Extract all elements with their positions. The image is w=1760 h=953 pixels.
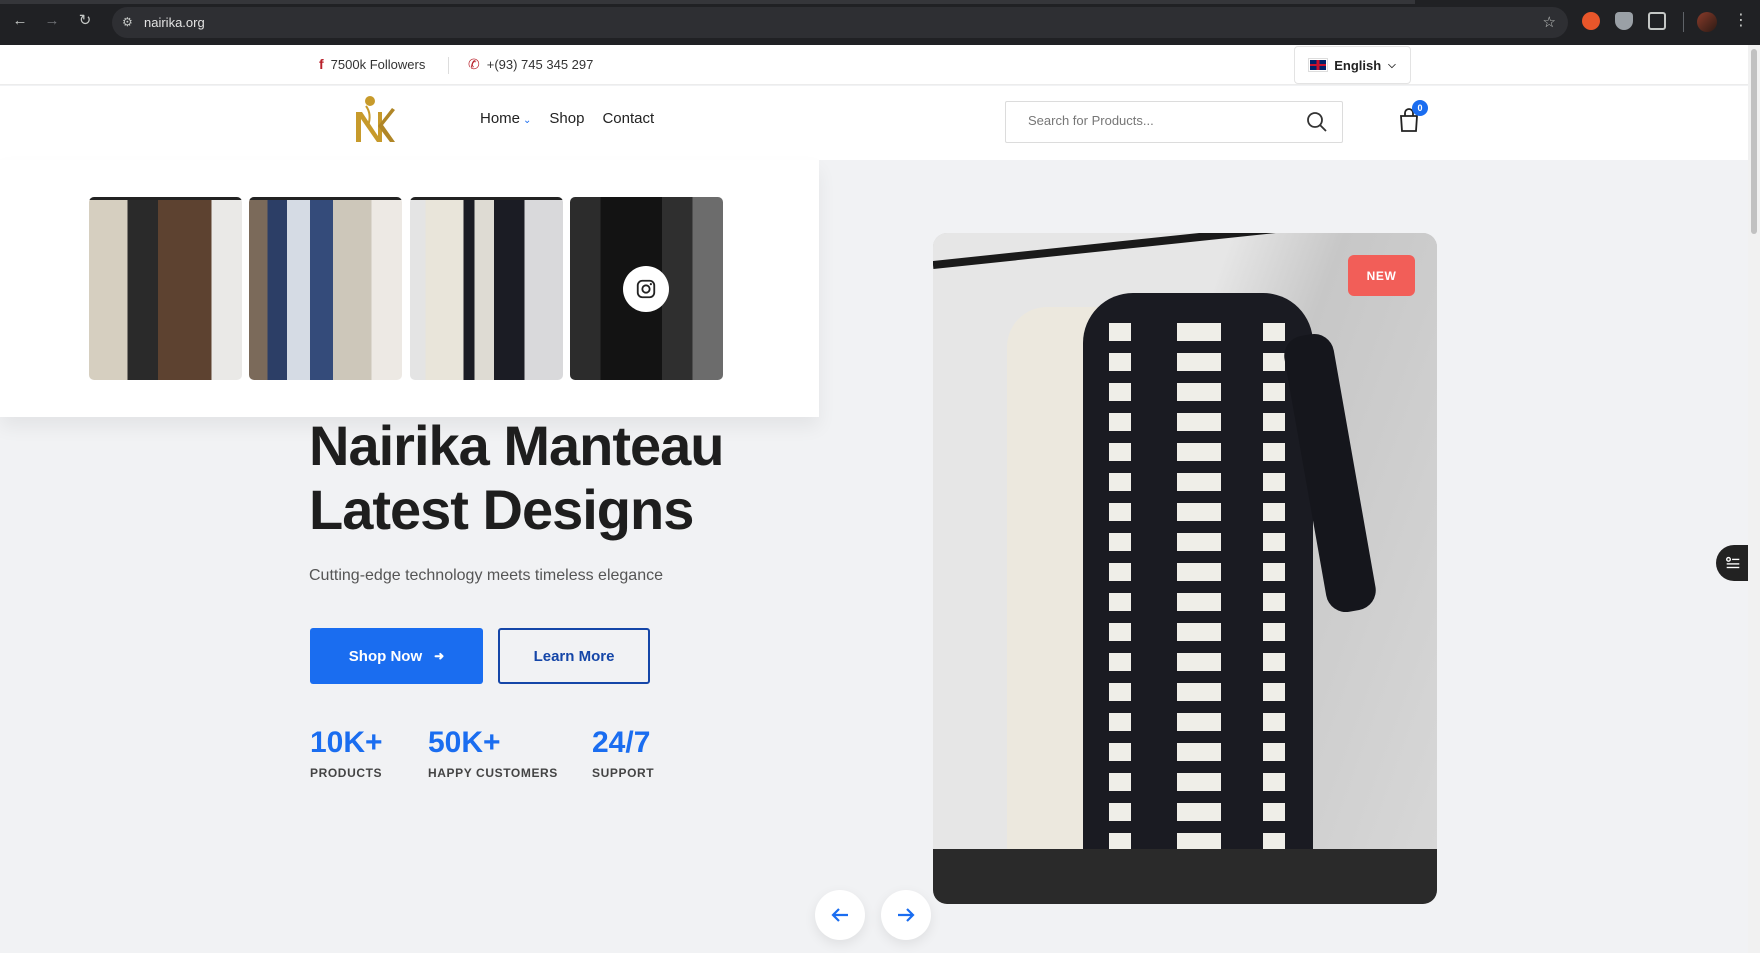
top-info-bar: f 7500k Followers ✆ +(93) 745 345 297 En… bbox=[0, 45, 1748, 85]
page-scrollbar[interactable] bbox=[1748, 45, 1760, 953]
cart-count-badge: 0 bbox=[1412, 100, 1428, 116]
search-input[interactable] bbox=[1028, 113, 1288, 128]
gallery-thumbnail[interactable] bbox=[249, 197, 402, 380]
search-icon[interactable] bbox=[1306, 111, 1328, 133]
instagram-icon[interactable] bbox=[623, 266, 669, 312]
nairika-logo[interactable] bbox=[348, 92, 396, 146]
arrow-right-icon: ➜ bbox=[434, 649, 445, 663]
arrow-right-icon bbox=[898, 908, 915, 922]
hero-product-image[interactable] bbox=[933, 233, 1437, 904]
cart-button[interactable]: 0 bbox=[1396, 100, 1428, 134]
gallery-thumbnail[interactable] bbox=[89, 197, 242, 380]
search-box bbox=[1005, 101, 1343, 143]
page-viewport: f 7500k Followers ✆ +(93) 745 345 297 En… bbox=[0, 45, 1748, 953]
phone-contact[interactable]: ✆ +(93) 745 345 297 bbox=[468, 56, 593, 73]
address-bar[interactable]: ⚙ nairika.org ☆ bbox=[112, 7, 1568, 38]
hero-subtitle: Cutting-edge technology meets timeless e… bbox=[309, 567, 663, 584]
site-header: Home⌄ Shop Contact 0 bbox=[0, 86, 1748, 160]
site-info-icon[interactable]: ⚙ bbox=[122, 14, 138, 30]
puzzle-icon[interactable] bbox=[1648, 12, 1666, 30]
slider-next-button[interactable] bbox=[881, 890, 931, 940]
chevron-down-icon: ⌄ bbox=[523, 115, 532, 126]
shield-icon[interactable] bbox=[1615, 12, 1633, 30]
extension-icon[interactable] bbox=[1582, 12, 1600, 30]
hero-title: Nairika Manteau Latest Designs bbox=[309, 414, 724, 541]
bookmark-star-icon[interactable]: ☆ bbox=[1543, 13, 1556, 31]
nav-shop[interactable]: Shop bbox=[549, 110, 584, 127]
arrow-left-icon bbox=[831, 908, 848, 922]
list-menu-icon bbox=[1726, 556, 1740, 569]
shop-now-button[interactable]: Shop Now ➜ bbox=[310, 628, 483, 684]
floating-menu-button[interactable] bbox=[1716, 545, 1748, 581]
language-label: English bbox=[1334, 57, 1382, 73]
forward-icon[interactable]: → bbox=[42, 11, 62, 31]
scrollbar-thumb[interactable] bbox=[1751, 49, 1757, 234]
reload-icon[interactable]: ↻ bbox=[75, 11, 95, 31]
gallery-thumbnail[interactable] bbox=[570, 197, 723, 380]
nav-contact[interactable]: Contact bbox=[602, 110, 654, 127]
slider-prev-button[interactable] bbox=[815, 890, 865, 940]
new-badge: NEW bbox=[1348, 255, 1415, 296]
tab-strip bbox=[0, 0, 1415, 4]
stat-support: 24/7 SUPPORT bbox=[592, 726, 655, 780]
facebook-icon: f bbox=[319, 56, 324, 72]
learn-more-button[interactable]: Learn More bbox=[498, 628, 650, 684]
phone-icon: ✆ bbox=[468, 56, 480, 72]
followers-text: 7500k Followers bbox=[330, 56, 426, 72]
stat-customers: 50K+ HAPPY CUSTOMERS bbox=[428, 726, 558, 780]
gallery-thumbnail[interactable] bbox=[410, 197, 563, 380]
toolbar-divider bbox=[1683, 12, 1684, 32]
back-icon[interactable]: ← bbox=[10, 11, 30, 31]
main-nav: Home ⌄ Shop Contact bbox=[480, 110, 654, 127]
facebook-followers[interactable]: f 7500k Followers bbox=[319, 56, 425, 72]
url-text[interactable]: nairika.org bbox=[144, 15, 205, 30]
profile-avatar[interactable] bbox=[1697, 12, 1717, 32]
instagram-gallery-dropdown bbox=[0, 160, 819, 417]
browser-toolbar: ← → ↻ ⚙ nairika.org ☆ ⋮ bbox=[0, 0, 1760, 45]
nav-home[interactable]: Home ⌄ bbox=[480, 110, 531, 127]
uk-flag-icon bbox=[1308, 58, 1329, 72]
chevron-down-icon: ⌵ bbox=[1388, 59, 1396, 71]
phone-text: +(93) 745 345 297 bbox=[486, 57, 594, 72]
stat-products: 10K+ PRODUCTS bbox=[310, 726, 383, 780]
language-selector[interactable]: English ⌵ bbox=[1294, 46, 1411, 84]
topbar-divider bbox=[448, 57, 449, 74]
menu-icon[interactable]: ⋮ bbox=[1733, 10, 1749, 30]
